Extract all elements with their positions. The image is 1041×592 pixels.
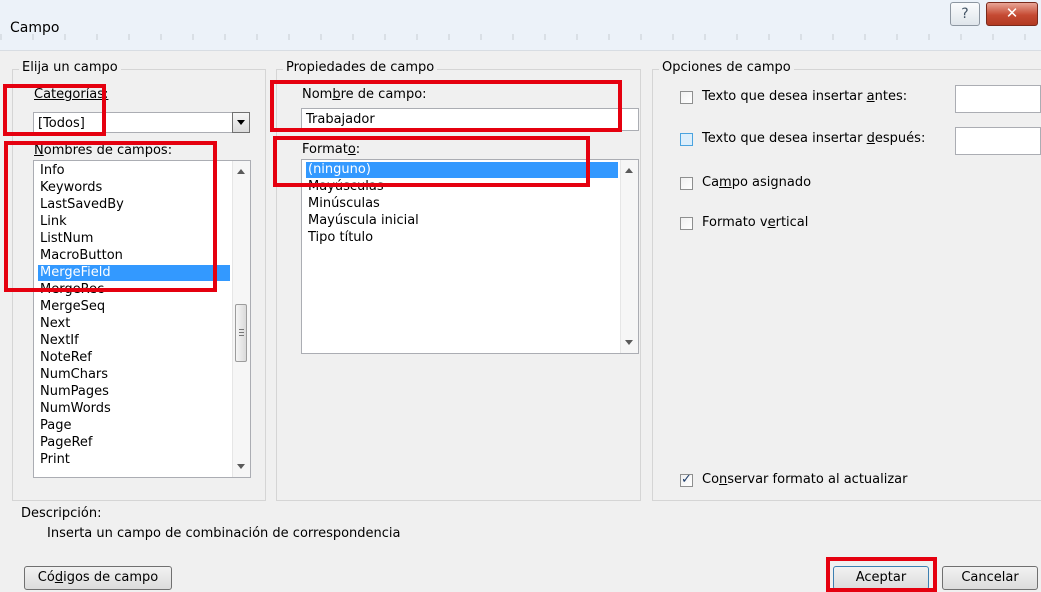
highlight-categories <box>3 84 106 136</box>
field-name-item[interactable]: NumWords <box>38 401 230 417</box>
highlight-field-name <box>270 80 622 132</box>
insert-after-label: Texto que desea insertar después: <box>702 131 926 146</box>
cancel-button[interactable]: Cancelar <box>942 566 1038 590</box>
preserve-format-checkbox[interactable] <box>680 472 693 487</box>
field-name-item[interactable]: MergeSeq <box>38 299 230 315</box>
highlight-ok-button <box>826 557 937 592</box>
insert-after-input[interactable] <box>955 127 1041 155</box>
background-ruler <box>0 34 1041 40</box>
format-item[interactable]: Mayúscula inicial <box>306 213 618 229</box>
description-text: Inserta un campo de combinación de corre… <box>47 526 401 541</box>
insert-after-checkbox[interactable] <box>680 133 693 146</box>
highlight-format <box>273 136 590 187</box>
insert-before-input[interactable] <box>955 85 1041 113</box>
scroll-down-icon[interactable] <box>625 340 633 345</box>
dialog-title: Campo <box>10 20 60 36</box>
description-label: Descripción: <box>21 506 102 521</box>
scroll-down-icon[interactable] <box>237 464 245 469</box>
field-name-item[interactable]: Page <box>38 418 230 434</box>
field-name-item[interactable]: NextIf <box>38 333 230 349</box>
field-name-item[interactable]: NumPages <box>38 384 230 400</box>
vertical-format-checkbox[interactable] <box>680 217 693 230</box>
format-item[interactable]: Minúsculas <box>306 196 618 212</box>
categories-dropdown-button[interactable] <box>232 112 250 133</box>
close-icon: ✕ <box>1005 4 1019 22</box>
mapped-field-label: Campo asignado <box>702 175 812 190</box>
insert-before-label: Texto que desea insertar antes: <box>702 89 908 104</box>
format-scrollbar[interactable] <box>620 160 638 353</box>
format-item[interactable]: Tipo título <box>306 230 618 246</box>
field-name-item[interactable]: Next <box>38 316 230 332</box>
insert-before-checkbox[interactable] <box>680 91 693 104</box>
field-options-group-label: Opciones de campo <box>659 60 794 75</box>
field-name-item[interactable]: Print <box>38 452 230 468</box>
scroll-up-icon[interactable] <box>625 168 633 173</box>
field-name-item[interactable]: NumChars <box>38 367 230 383</box>
vertical-format-label: Formato vertical <box>702 215 809 230</box>
format-listbox[interactable]: (ninguno) Mayúsculas Minúsculas Mayúscula i… <box>301 159 639 354</box>
help-button[interactable]: ? <box>950 2 980 26</box>
highlight-field-names <box>4 141 217 292</box>
title-bar <box>0 0 1041 51</box>
preserve-format-label: Conservar formato al actualizar <box>702 472 908 487</box>
field-name-item[interactable]: NoteRef <box>38 350 230 366</box>
choose-field-group-label: Elija un campo <box>19 60 121 75</box>
field-name-item[interactable]: PageRef <box>38 435 230 451</box>
mapped-field-checkbox[interactable] <box>680 177 693 190</box>
scroll-up-icon[interactable] <box>237 169 245 174</box>
field-codes-button[interactable]: Códigos de campo <box>24 566 172 590</box>
help-icon: ? <box>961 6 969 22</box>
scroll-thumb[interactable] <box>235 304 247 362</box>
field-names-scrollbar[interactable] <box>232 161 250 477</box>
field-properties-group-label: Propiedades de campo <box>283 60 438 75</box>
close-button[interactable]: ✕ <box>986 2 1038 26</box>
